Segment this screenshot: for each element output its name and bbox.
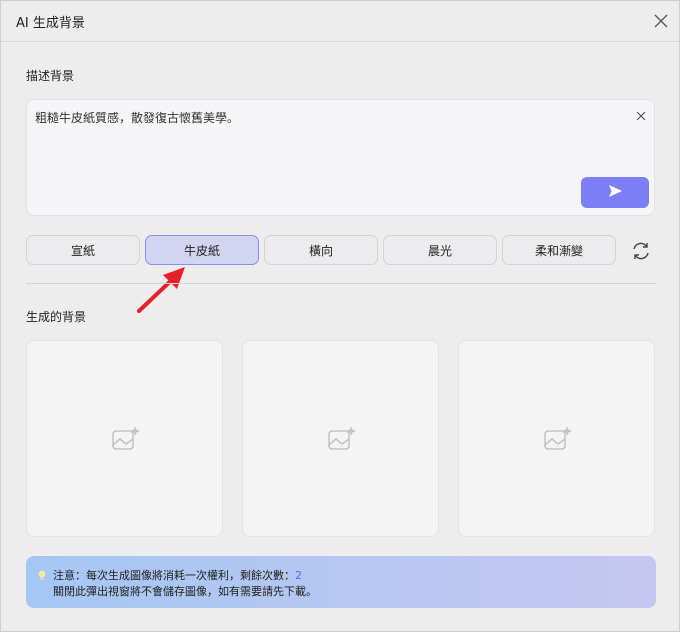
clear-icon[interactable] bbox=[635, 110, 647, 122]
refresh-icon[interactable] bbox=[630, 240, 652, 262]
description-input[interactable]: 粗糙牛皮紙質感，散發復古懷舊美學。 bbox=[26, 99, 655, 216]
image-placeholder-icon bbox=[328, 426, 356, 450]
send-button[interactable] bbox=[581, 177, 649, 208]
chip-label: 柔和漸變 bbox=[534, 243, 583, 258]
chip-label: 牛皮紙 bbox=[183, 243, 220, 258]
ai-background-dialog: AI 生成背景 描述背景 粗糙牛皮紙質感，散發復古懷舊美學。 宣紙 牛皮紙 橫向… bbox=[0, 0, 680, 632]
describe-label: 描述背景 bbox=[26, 69, 75, 83]
generated-label: 生成的背景 bbox=[26, 310, 87, 324]
chip-label: 橫向 bbox=[308, 243, 333, 258]
notice-banner: 注意：每次生成圖像將消耗一次權利，剩餘次數：2 關閉此彈出視窗將不會儲存圖像，如… bbox=[26, 556, 656, 608]
notice-line-2: 關閉此彈出視窗將不會儲存圖像，如有需要請先下載。 bbox=[53, 585, 317, 598]
chip-label: 晨光 bbox=[427, 243, 452, 258]
image-placeholder-icon bbox=[544, 426, 572, 450]
generated-image-slot bbox=[242, 340, 439, 537]
divider bbox=[26, 283, 656, 284]
style-chip-landscape[interactable]: 橫向 bbox=[264, 235, 378, 265]
image-placeholder-icon bbox=[112, 426, 140, 450]
send-icon bbox=[609, 185, 622, 197]
chip-label: 宣紙 bbox=[70, 243, 95, 258]
close-icon[interactable] bbox=[651, 11, 671, 31]
generated-image-slot bbox=[458, 340, 655, 537]
notice-text: 注意：每次生成圖像將消耗一次權利，剩餘次數： bbox=[53, 569, 295, 582]
description-text[interactable]: 粗糙牛皮紙質感，散發復古懷舊美學。 bbox=[35, 109, 239, 126]
generated-image-slot bbox=[26, 340, 223, 537]
style-chip-morning-light[interactable]: 晨光 bbox=[383, 235, 497, 265]
notice-line-1: 注意：每次生成圖像將消耗一次權利，剩餘次數：2 bbox=[53, 567, 302, 583]
style-chip-kraft-paper[interactable]: 牛皮紙 bbox=[145, 235, 259, 265]
style-chip-xuan-paper[interactable]: 宣紙 bbox=[26, 235, 140, 265]
dialog-title: AI 生成背景 bbox=[16, 16, 85, 31]
style-chip-soft-gradient[interactable]: 柔和漸變 bbox=[502, 235, 616, 265]
annotation-arrow bbox=[137, 267, 185, 313]
dialog-header: AI 生成背景 bbox=[1, 1, 679, 42]
lightbulb-icon bbox=[38, 570, 46, 580]
remaining-count: 2 bbox=[295, 569, 302, 582]
